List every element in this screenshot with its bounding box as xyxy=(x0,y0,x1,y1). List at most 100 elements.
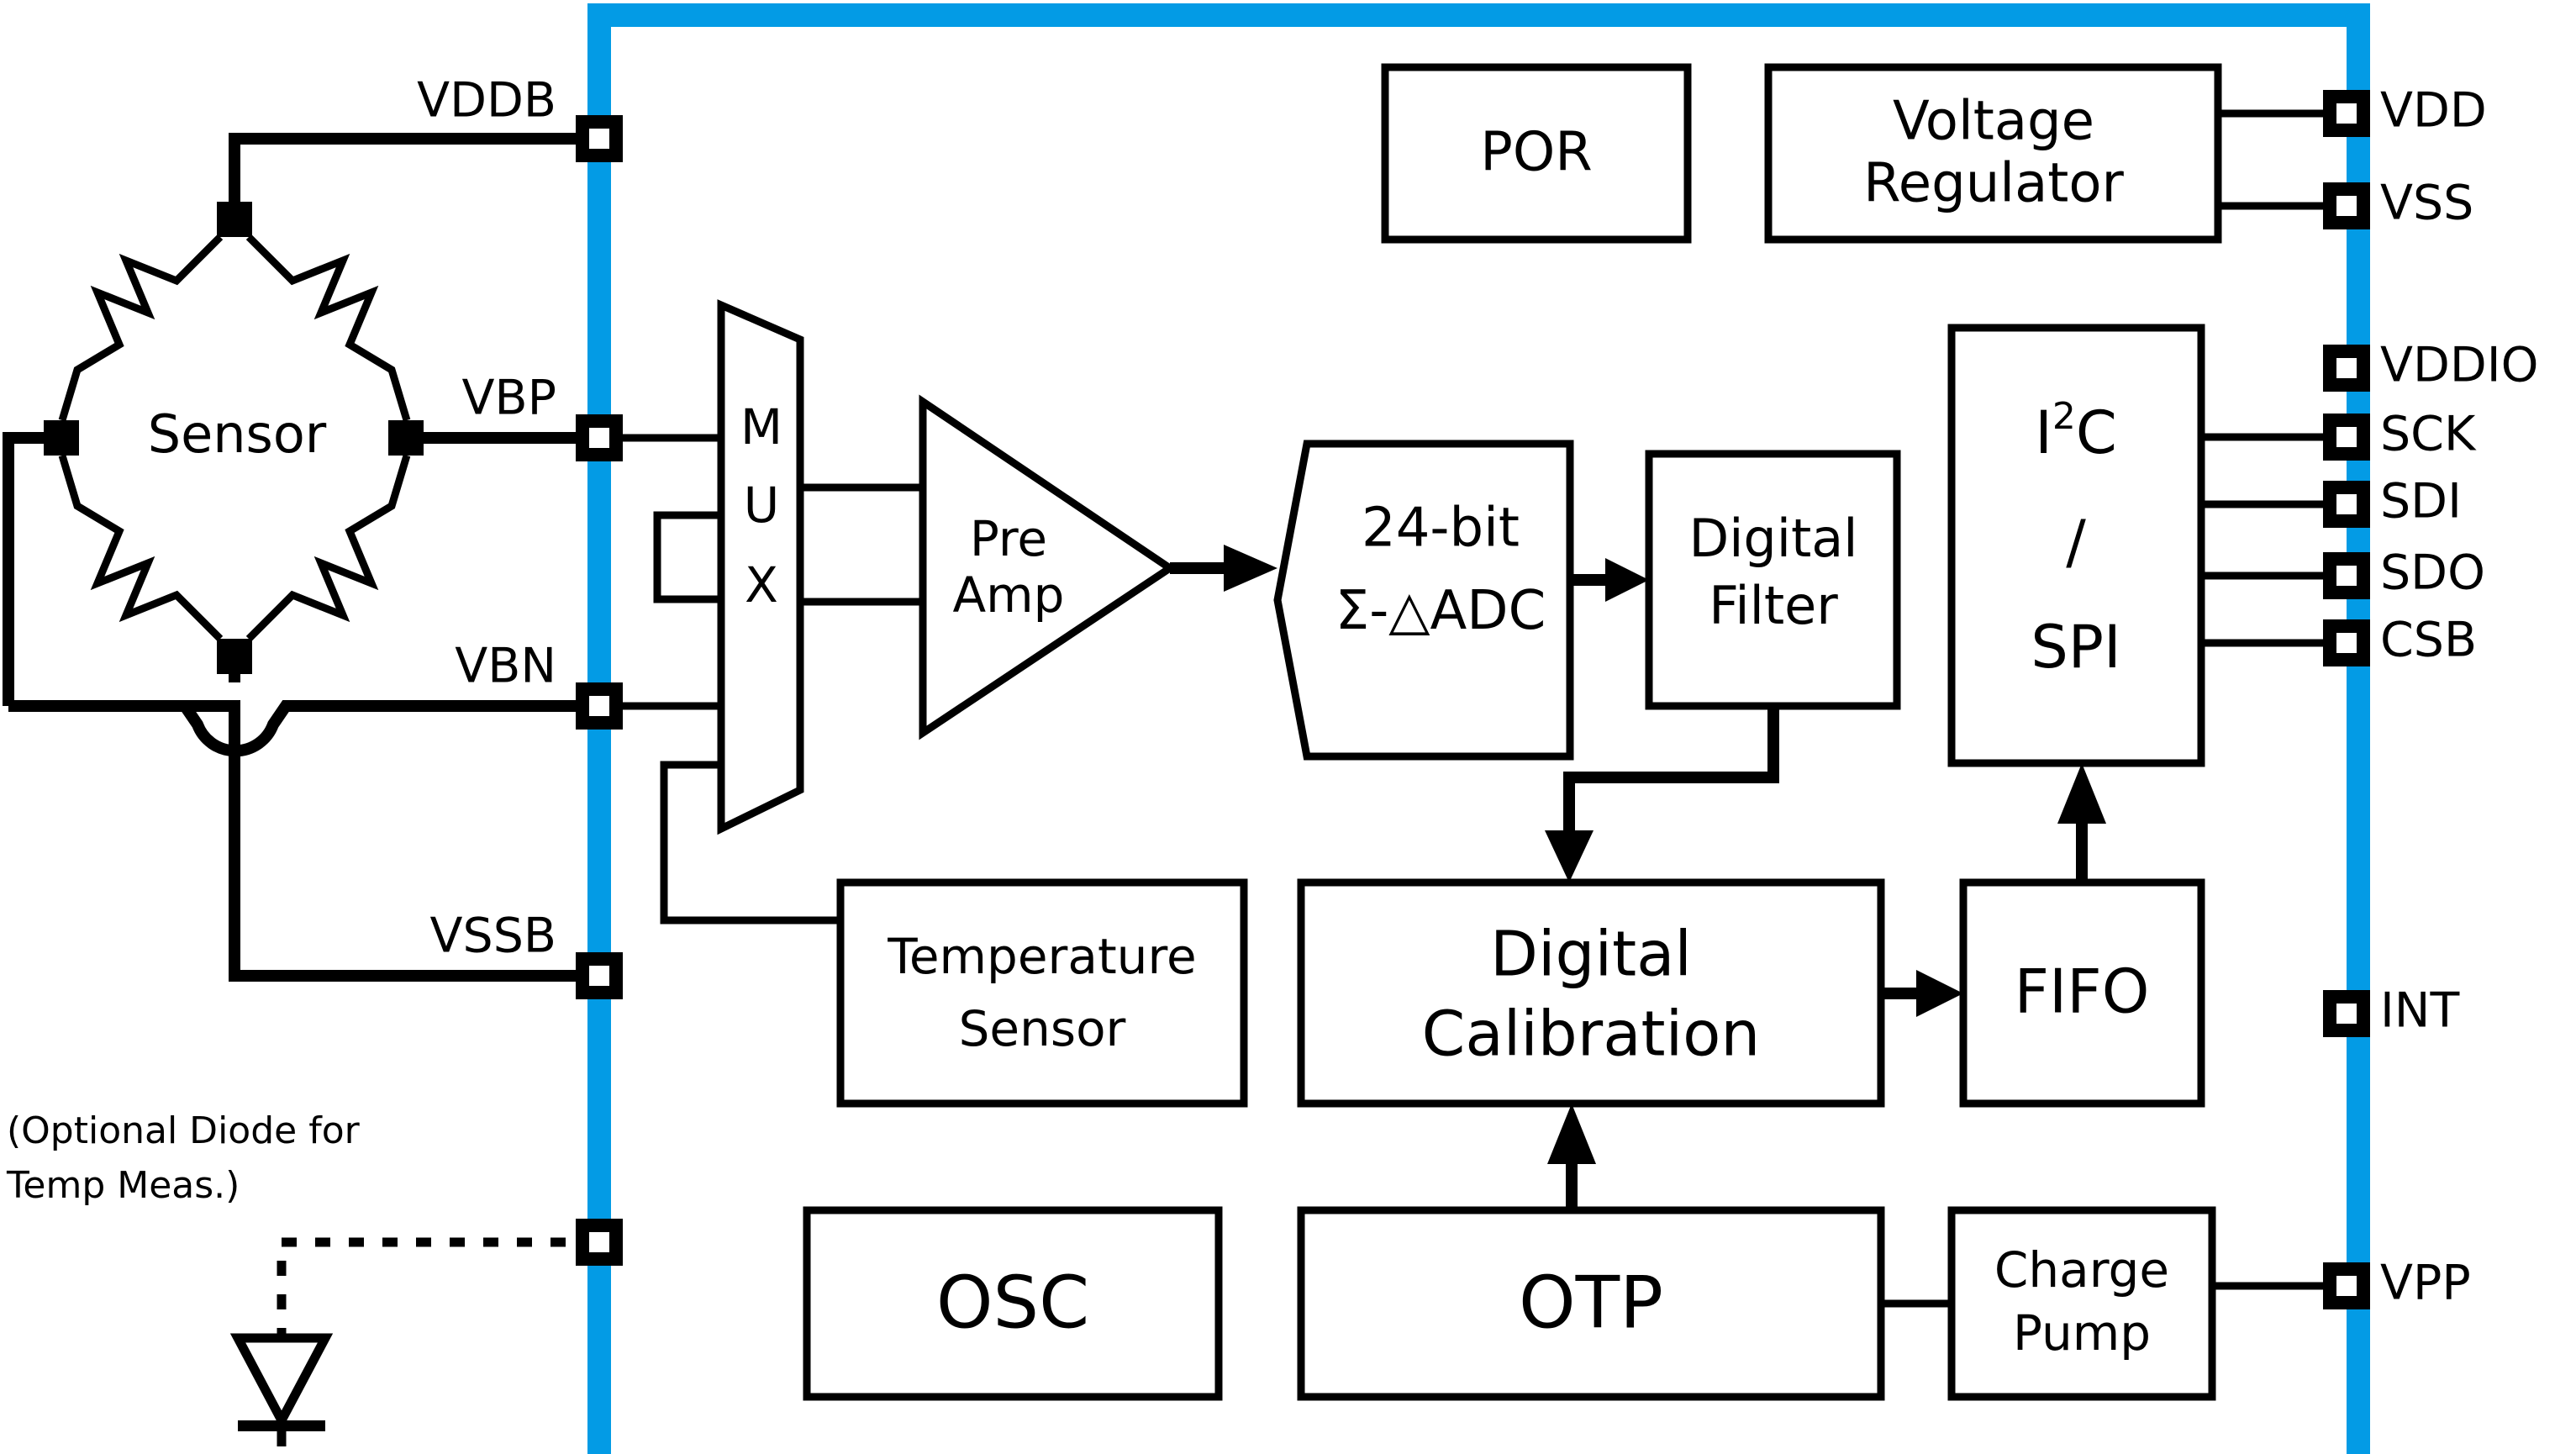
pin-diode[interactable] xyxy=(576,1219,623,1266)
pin-csb[interactable]: CSB xyxy=(2323,613,2477,668)
pin-sdo[interactable]: SDO xyxy=(2323,545,2485,601)
arrow-fifoi2c-head xyxy=(2057,763,2106,824)
pin-sck[interactable]: SCK xyxy=(2323,407,2477,462)
diode-bar xyxy=(238,1420,325,1431)
charge-pump-label-line1: Charge xyxy=(1994,1241,2169,1299)
arrow-preamp-head xyxy=(1224,545,1277,592)
pin-sdi-inner xyxy=(2336,494,2357,514)
pin-vpp[interactable]: VPP xyxy=(2323,1256,2471,1311)
block-pre-amp: Pre Amp xyxy=(919,394,1177,740)
block-otp: OTP xyxy=(1297,1206,1885,1401)
pin-diode-inner xyxy=(589,1232,609,1252)
pin-csb-label: CSB xyxy=(2380,613,2477,668)
pin-int[interactable]: INT xyxy=(2323,983,2459,1039)
dotted-wire-to-diode xyxy=(277,1237,599,1338)
pin-vdd-label: VDD xyxy=(2380,83,2487,139)
block-diagram-canvas: Sensor (Optional Diode for Temp Meas.) P… xyxy=(0,0,2576,1454)
arrow-otp-to-calibration xyxy=(1547,1104,1596,1210)
adc-delta-triangle-icon: △ xyxy=(1388,580,1430,642)
digital-calibration-box xyxy=(1297,878,1885,1108)
mux-letter-x: X xyxy=(745,556,778,614)
pin-vddb-inner xyxy=(589,129,609,149)
digital-filter-label-line2: Filter xyxy=(1709,575,1838,636)
optional-diode-note-line2: Temp Meas.) xyxy=(6,1164,240,1207)
wheatstone-bridge: Sensor xyxy=(44,202,424,674)
pin-vbn-label: VBN xyxy=(455,639,556,694)
arrow-filtercal-head xyxy=(1545,830,1594,882)
optional-diode-group: (Optional Diode for Temp Meas.) xyxy=(6,1109,599,1454)
pin-vddio-inner xyxy=(2336,358,2357,378)
mux-short-bar xyxy=(653,511,725,603)
resistor-bottom-right xyxy=(245,454,411,642)
pin-csb-inner xyxy=(2336,633,2357,653)
diode-triangle-icon xyxy=(229,1333,334,1430)
otp-label: OTP xyxy=(1519,1261,1663,1345)
wire-vbn xyxy=(180,700,599,757)
pin-vssb-label: VSSB xyxy=(430,909,556,964)
fifo-label: FIFO xyxy=(2015,956,2150,1027)
i2c-spi-label-line1: I2C xyxy=(2035,395,2117,467)
pin-vdd[interactable]: VDD xyxy=(2323,83,2487,139)
pin-vpp-label: VPP xyxy=(2380,1256,2471,1311)
wire-vddb xyxy=(229,133,599,202)
arrow-filter-to-calibration xyxy=(1545,706,1779,882)
pin-vdd-inner xyxy=(2336,103,2357,124)
pin-vpp-inner xyxy=(2336,1276,2357,1296)
block-temperature-sensor: Temperature Sensor xyxy=(836,878,1248,1108)
temperature-sensor-label-line2: Sensor xyxy=(959,1000,1126,1057)
i2c-superscript: 2 xyxy=(2052,395,2076,438)
block-i2c-spi: I2C / SPI xyxy=(1947,324,2347,767)
wire-vssb-a xyxy=(3,432,44,706)
block-digital-calibration: Digital Calibration xyxy=(1297,878,1885,1108)
pin-vddb-label: VDDB xyxy=(417,73,556,129)
block-fifo: FIFO xyxy=(1959,878,2205,1108)
voltage-regulator-label-line2: Regulator xyxy=(1863,153,2124,215)
block-mux: M U X xyxy=(622,299,923,925)
optional-diode-note-line1: (Optional Diode for xyxy=(7,1109,361,1152)
arrow-adc-to-filter xyxy=(1570,558,1649,602)
pin-vbn-inner xyxy=(589,696,609,716)
adc-label-line1: 24-bit xyxy=(1362,498,1520,560)
block-digital-filter: Digital Filter xyxy=(1645,450,1901,710)
pin-vddio[interactable]: VDDIO xyxy=(2323,338,2538,393)
charge-pump-box xyxy=(1947,1206,2216,1401)
pin-sck-inner xyxy=(2336,427,2357,447)
osc-label: OSC xyxy=(936,1261,1089,1345)
i2c-spi-label-line2: / xyxy=(2066,508,2086,577)
resistor-top-right xyxy=(245,234,411,422)
arrow-filtercal-line xyxy=(1563,706,1779,840)
pin-vss[interactable]: VSS xyxy=(2323,176,2473,231)
temperature-sensor-label-line1: Temperature xyxy=(887,928,1196,985)
pin-sdi[interactable]: SDI xyxy=(2323,474,2462,529)
adc-sigma-prefix: Σ- xyxy=(1335,580,1389,642)
digital-calibration-label-line1: Digital xyxy=(1490,919,1692,991)
block-adc: 24-bit Σ-△ADC xyxy=(1273,440,1574,761)
bridge-node-bottom xyxy=(217,639,252,674)
arrow-adc-head xyxy=(1605,558,1649,602)
block-charge-pump: Charge Pump xyxy=(1881,1206,2347,1401)
arrow-otpcal-head xyxy=(1547,1104,1596,1164)
pin-sdo-label: SDO xyxy=(2380,545,2485,601)
pin-int-label: INT xyxy=(2380,983,2459,1039)
digital-filter-label-line1: Digital xyxy=(1688,508,1857,569)
pin-vss-label: VSS xyxy=(2380,176,2473,231)
charge-pump-label-line2: Pump xyxy=(2013,1304,2151,1362)
pin-sdo-inner xyxy=(2336,566,2357,586)
i2c-spi-label-line3: SPI xyxy=(2031,613,2120,682)
block-por: POR xyxy=(1381,63,1692,244)
block-osc: OSC xyxy=(803,1206,1223,1401)
sensor-label: Sensor xyxy=(148,403,327,465)
mux-letter-u: U xyxy=(744,477,779,534)
pre-amp-label-line1: Pre xyxy=(970,510,1047,567)
adc-label-line2: Σ-△ADC xyxy=(1335,580,1546,642)
external-wiring xyxy=(3,133,599,982)
bridge-node-left xyxy=(44,420,79,456)
arrow-calibration-to-fifo xyxy=(1881,970,1963,1017)
pin-vddio-label: VDDIO xyxy=(2380,338,2538,393)
arrow-preamp-to-adc xyxy=(1170,545,1277,592)
adc-suffix: ADC xyxy=(1430,580,1546,642)
pin-int-inner xyxy=(2336,1004,2357,1024)
diagram-svg: Sensor (Optional Diode for Temp Meas.) P… xyxy=(3,3,2538,1454)
pin-vbp-inner xyxy=(589,428,609,448)
pin-vssb-inner xyxy=(589,966,609,986)
